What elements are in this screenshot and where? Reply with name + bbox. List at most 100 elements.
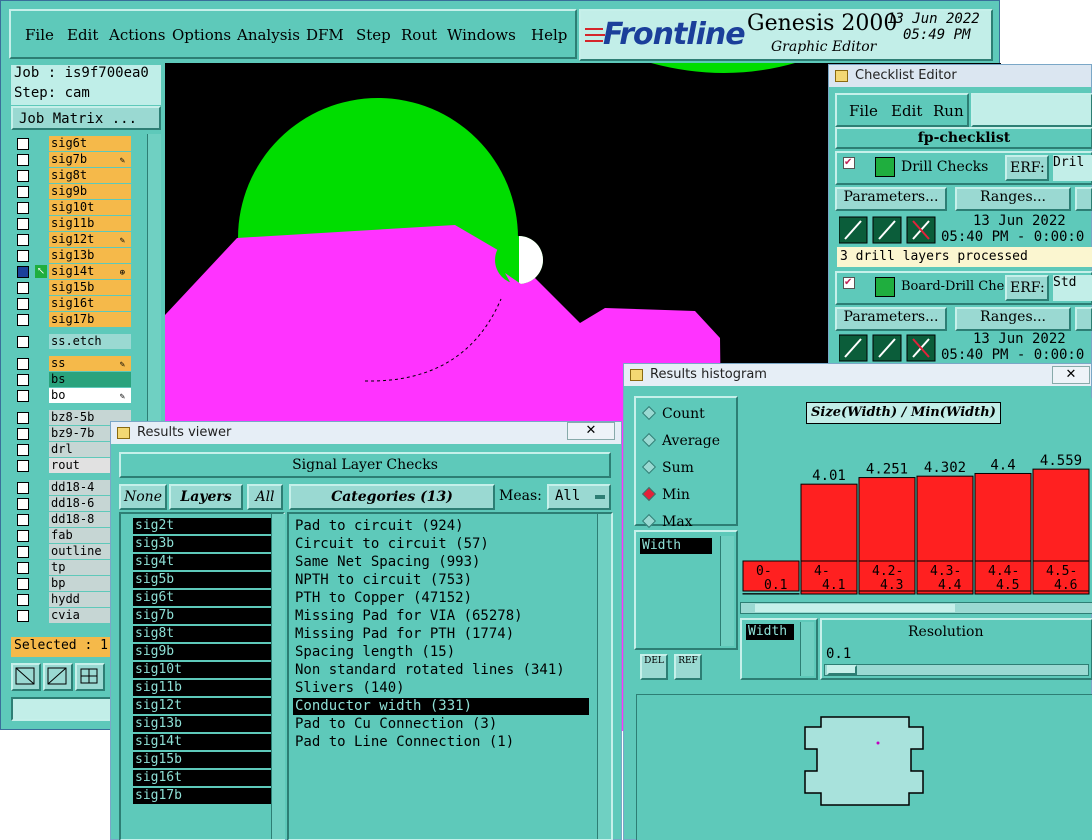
layer-checkbox[interactable] xyxy=(17,170,29,182)
viewer-layer-item[interactable]: sig16t xyxy=(133,770,273,786)
mode-max[interactable]: Max xyxy=(641,513,734,530)
layer-row[interactable]: sig16t xyxy=(13,296,135,312)
viewer-layer-item[interactable]: sig11b xyxy=(133,680,273,696)
layer-row[interactable]: ss ✎ xyxy=(13,356,135,372)
category-item[interactable]: Missing Pad for VIA (65278) xyxy=(293,608,589,625)
category-item[interactable]: Circuit to circuit (57) xyxy=(293,536,589,553)
histogram-scroll-thumb[interactable] xyxy=(755,604,955,612)
ranges-button-1[interactable]: Ranges... xyxy=(955,187,1071,211)
category-item[interactable]: Pad to Cu Connection (3) xyxy=(293,716,589,733)
layer-checkbox[interactable] xyxy=(17,314,29,326)
check-row-board-drill[interactable]: ✔ Board-Drill Che ERF: Std xyxy=(835,271,1092,305)
category-item[interactable]: NPTH to circuit (753) xyxy=(293,572,589,589)
histogram-close-button[interactable]: ✕ xyxy=(1052,366,1090,384)
layer-checkbox[interactable] xyxy=(17,250,29,262)
category-item[interactable]: Spacing length (15) xyxy=(293,644,589,661)
layer-checkbox[interactable] xyxy=(17,498,29,510)
check-row-drill[interactable]: ✔ Drill Checks ERF: Dril xyxy=(835,151,1092,185)
layer-checkbox[interactable] xyxy=(17,358,29,370)
category-item[interactable]: PTH to Copper (47152) xyxy=(293,590,589,607)
layer-checkbox[interactable] xyxy=(17,482,29,494)
category-item[interactable]: Conductor width (331) xyxy=(293,698,589,715)
meas-dropdown[interactable]: All xyxy=(547,484,611,510)
checklist-menu-edit[interactable]: Edit xyxy=(891,102,922,120)
viewer-layer-item[interactable]: sig7b xyxy=(133,608,273,624)
ranges-button-2[interactable]: Ranges... xyxy=(955,307,1071,331)
mode-sum[interactable]: Sum xyxy=(641,459,734,476)
check-enabled-checkbox[interactable]: ✔ xyxy=(843,157,855,169)
viewer-category-scrollbar[interactable] xyxy=(597,514,611,839)
viewer-layer-item[interactable]: sig5b xyxy=(133,572,273,588)
category-item[interactable]: Non standard rotated lines (341) xyxy=(293,662,589,679)
viewer-layer-item[interactable]: sig8t xyxy=(133,626,273,642)
resolution-slider[interactable] xyxy=(824,664,1089,676)
layer-checkbox[interactable] xyxy=(17,428,29,440)
layer-checkbox[interactable] xyxy=(17,186,29,198)
viewer-layer-item[interactable]: sig14t xyxy=(133,734,273,750)
layer-checkbox[interactable] xyxy=(17,460,29,472)
categories-header[interactable]: Categories (13) xyxy=(289,484,495,510)
layer-row[interactable]: bo ✎ xyxy=(13,388,135,404)
layer-checkbox[interactable] xyxy=(17,202,29,214)
viewer-layer-item[interactable]: sig17b xyxy=(133,788,273,804)
width-field[interactable]: Width xyxy=(746,624,794,640)
check-enabled-checkbox-2[interactable]: ✔ xyxy=(843,277,855,289)
layer-checkbox[interactable] xyxy=(17,530,29,542)
layer-row[interactable]: sig12t ✎ xyxy=(13,232,135,248)
menu-help[interactable]: Help xyxy=(531,26,567,44)
mode-count[interactable]: Count xyxy=(641,405,734,422)
category-item[interactable]: Same Net Spacing (993) xyxy=(293,554,589,571)
menu-options[interactable]: Options xyxy=(172,26,231,44)
grid-tool-button[interactable] xyxy=(75,663,105,691)
zoom-tool-button[interactable] xyxy=(11,663,41,691)
menu-rout[interactable]: Rout xyxy=(401,26,437,44)
viewer-layer-item[interactable]: sig15b xyxy=(133,752,273,768)
viewer-layer-item[interactable]: sig4t xyxy=(133,554,273,570)
field-list-scrollbar[interactable] xyxy=(720,536,734,646)
layer-checkbox[interactable] xyxy=(17,546,29,558)
resolution-slider-thumb[interactable] xyxy=(827,665,857,675)
layer-checkbox[interactable] xyxy=(17,138,29,150)
viewer-layer-item[interactable]: sig13b xyxy=(133,716,273,732)
layer-checkbox[interactable] xyxy=(17,412,29,424)
extra-button-2[interactable] xyxy=(1075,307,1092,331)
command-input[interactable] xyxy=(11,697,121,721)
menu-analysis[interactable]: Analysis xyxy=(237,26,300,44)
layer-checkbox[interactable] xyxy=(17,336,29,348)
width-field-scrollbar[interactable] xyxy=(800,622,814,676)
layer-checkbox[interactable] xyxy=(17,390,29,402)
viewer-layer-item[interactable]: sig2t xyxy=(133,518,273,534)
layer-checkbox[interactable] xyxy=(17,610,29,622)
layer-row[interactable]: sig11b xyxy=(13,216,135,232)
layer-row[interactable]: sig10t xyxy=(13,200,135,216)
viewer-layer-scrollbar[interactable] xyxy=(271,514,285,839)
layer-row[interactable]: ss.etch xyxy=(13,334,135,350)
field-width-item[interactable]: Width xyxy=(640,538,712,554)
layer-checkbox[interactable] xyxy=(17,298,29,310)
menu-actions[interactable]: Actions xyxy=(109,26,165,44)
viewer-layer-item[interactable]: sig6t xyxy=(133,590,273,606)
viewer-layer-item[interactable]: sig3b xyxy=(133,536,273,552)
layer-row[interactable]: ↖ sig14t ⊕ xyxy=(13,264,135,280)
layer-checkbox[interactable] xyxy=(17,594,29,606)
none-button[interactable]: None xyxy=(119,484,167,510)
erf-button[interactable]: ERF: xyxy=(1005,155,1049,181)
layer-checkbox[interactable] xyxy=(17,282,29,294)
extra-button-1[interactable] xyxy=(1075,187,1092,211)
viewer-layer-item[interactable]: sig12t xyxy=(133,698,273,714)
category-item[interactable]: Pad to Line Connection (1) xyxy=(293,734,589,751)
viewer-close-button[interactable]: ✕ xyxy=(567,422,615,440)
parameters-button-1[interactable]: Parameters... xyxy=(835,187,947,211)
job-matrix-button[interactable]: Job Matrix ... xyxy=(11,106,161,130)
run-icons-2[interactable] xyxy=(838,333,939,363)
layer-checkbox[interactable] xyxy=(17,444,29,456)
parameters-button-2[interactable]: Parameters... xyxy=(835,307,947,331)
ref-button[interactable]: REF xyxy=(674,654,702,680)
layer-checkbox[interactable] xyxy=(17,374,29,386)
layer-checkbox[interactable] xyxy=(17,154,29,166)
viewer-layer-item[interactable]: sig10t xyxy=(133,662,273,678)
viewer-layer-item[interactable]: sig9b xyxy=(133,644,273,660)
mode-average[interactable]: Average xyxy=(641,432,734,449)
measure-tool-button[interactable] xyxy=(43,663,73,691)
layer-row[interactable]: sig7b ✎ xyxy=(13,152,135,168)
